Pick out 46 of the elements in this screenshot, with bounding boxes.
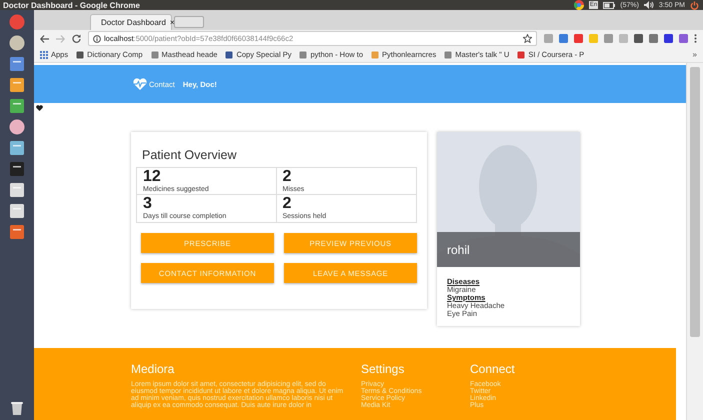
footer-title: Mediora [131,362,176,376]
stat-value: 3 [143,196,153,212]
app-icon[interactable] [9,203,25,219]
app-icon[interactable] [9,119,25,135]
menu-icon[interactable] [694,34,697,43]
chrome-icon[interactable] [574,0,584,10]
star-icon[interactable] [523,34,532,43]
info-icon[interactable] [93,34,101,42]
app-icon[interactable] [9,98,25,114]
card-title: Patient Overview [142,148,238,162]
favicon-icon [517,50,526,58]
apps-grid-icon [40,50,48,58]
app-icon[interactable] [9,35,25,51]
app-icon[interactable] [9,224,25,240]
app-icon[interactable] [9,77,25,93]
tab-title: Doctor Dashboard [101,18,166,27]
favicon-icon [299,50,308,58]
stat-value: 12 [143,169,162,185]
reload-icon[interactable] [72,34,81,43]
window-title: Doctor Dashboard - Google Chrome [3,0,140,10]
app-icon[interactable] [9,182,25,198]
close-icon[interactable]: × [170,18,175,27]
more-bookmarks-button[interactable]: » [692,50,697,59]
favicon-icon [225,50,234,58]
trash-icon[interactable] [11,401,23,415]
browser-tab[interactable]: Doctor Dashboard × [90,14,172,30]
footer-title: Connect [470,362,516,376]
patient-name: rohil [447,242,470,256]
volume-icon[interactable] [644,1,654,9]
battery-icon[interactable] [603,2,616,8]
back-icon[interactable] [40,34,49,42]
stat-value: 2 [282,169,292,185]
favicon-icon [444,50,452,58]
heart-icon [36,105,43,111]
app-icon[interactable] [9,56,25,72]
stat-value: 2 [282,196,292,212]
app-icon[interactable] [9,161,25,177]
power-icon[interactable] [690,0,699,10]
favicon-icon [76,50,84,58]
heart-pulse-icon[interactable] [133,78,147,90]
scrollbar-thumb[interactable] [690,67,700,337]
footer-title: Settings [361,362,406,376]
scrollbar[interactable] [686,63,703,420]
app-icon[interactable] [9,140,25,156]
favicon-icon [371,50,379,58]
favicon-icon [150,50,159,58]
